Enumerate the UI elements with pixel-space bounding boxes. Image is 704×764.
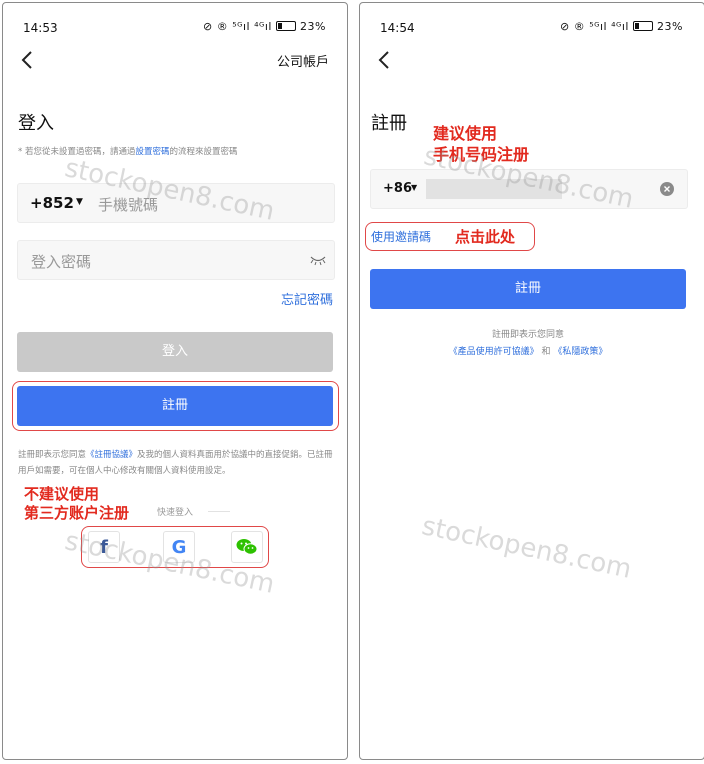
country-code-select[interactable]: +86 (383, 181, 412, 196)
wechat-icon (236, 539, 258, 555)
register-button[interactable]: 註冊 (17, 386, 333, 426)
page-title: 登入 (18, 113, 54, 134)
clear-icon[interactable] (660, 182, 674, 196)
password-input-placeholder: 登入密碼 (31, 253, 92, 271)
password-field[interactable]: 登入密碼 (17, 240, 335, 280)
company-account-link[interactable]: 公司帳戶 (277, 51, 329, 70)
wechat-login-button[interactable] (231, 531, 263, 563)
register-agreement-link[interactable]: 《註冊協議》 (86, 450, 137, 460)
status-icons: ⊘ ® ⁵ᴳıl ⁴ᴳıl 23% (203, 20, 326, 33)
battery-icon (632, 21, 653, 31)
chevron-down-icon: ▼ (411, 183, 418, 192)
agreement-links: 《產品使用許可協議》 和 《私隱政策》 (448, 347, 608, 357)
agreement-line: 註冊即表示您同意 (491, 330, 564, 340)
back-arrow-icon[interactable] (374, 49, 396, 71)
set-password-link[interactable]: 設置密碼 (135, 147, 169, 157)
status-time: 14:53 (23, 21, 58, 35)
quick-login-label: 快速登入 (157, 508, 194, 518)
battery-level: 23% (299, 20, 326, 33)
register-button[interactable]: 註冊 (370, 269, 686, 309)
agreement-text: 註冊即表示您同意《註冊協議》及我的個人資料真面用於協議中的直接促銷。已註冊用戶如… (18, 450, 333, 476)
annotation-not-recommended: 不建议使用 第三方账户注册 (24, 485, 130, 522)
privacy-policy-link[interactable]: 《私隱政策》 (553, 347, 607, 357)
register-screen: 14:54 ⊘ ® ⁵ᴳıl ⁴ᴳıl 23% 註冊 建议使用 手机号码注册 +… (359, 2, 704, 760)
forgot-password-link[interactable]: 忘記密碼 (281, 289, 333, 308)
signal-icons: ⊘ ® ⁵ᴳıl ⁴ᴳıl (203, 20, 272, 33)
eye-closed-icon[interactable] (310, 254, 326, 266)
back-arrow-icon[interactable] (17, 49, 39, 71)
divider (208, 511, 230, 512)
status-icons: ⊘ ® ⁵ᴳıl ⁴ᴳıl 23% (560, 20, 683, 33)
login-button[interactable]: 登入 (17, 332, 333, 372)
page-title: 註冊 (371, 113, 407, 134)
watermark: stockopen8.com (419, 511, 635, 585)
password-notice: * 若您從未設置過密碼，請通過的流程來設置密碼設置密碼的流程來設置密碼 (18, 147, 238, 157)
battery-level: 23% (656, 20, 683, 33)
invite-code-link[interactable]: 使用邀請碼 (371, 228, 431, 245)
signal-icons: ⊘ ® ⁵ᴳıl ⁴ᴳıl (560, 20, 629, 33)
country-code-select[interactable]: +852 (30, 194, 74, 212)
chevron-down-icon: ▼ (76, 197, 83, 207)
login-screen: 14:53 ⊘ ® ⁵ᴳıl ⁴ᴳıl 23% 公司帳戶 登入 * 若您從未設置… (2, 2, 348, 760)
status-time: 14:54 (380, 21, 415, 35)
annotation-click-here: 点击此处 (455, 228, 516, 246)
battery-icon (275, 21, 296, 31)
product-license-link[interactable]: 《產品使用許可協議》 (449, 347, 539, 357)
